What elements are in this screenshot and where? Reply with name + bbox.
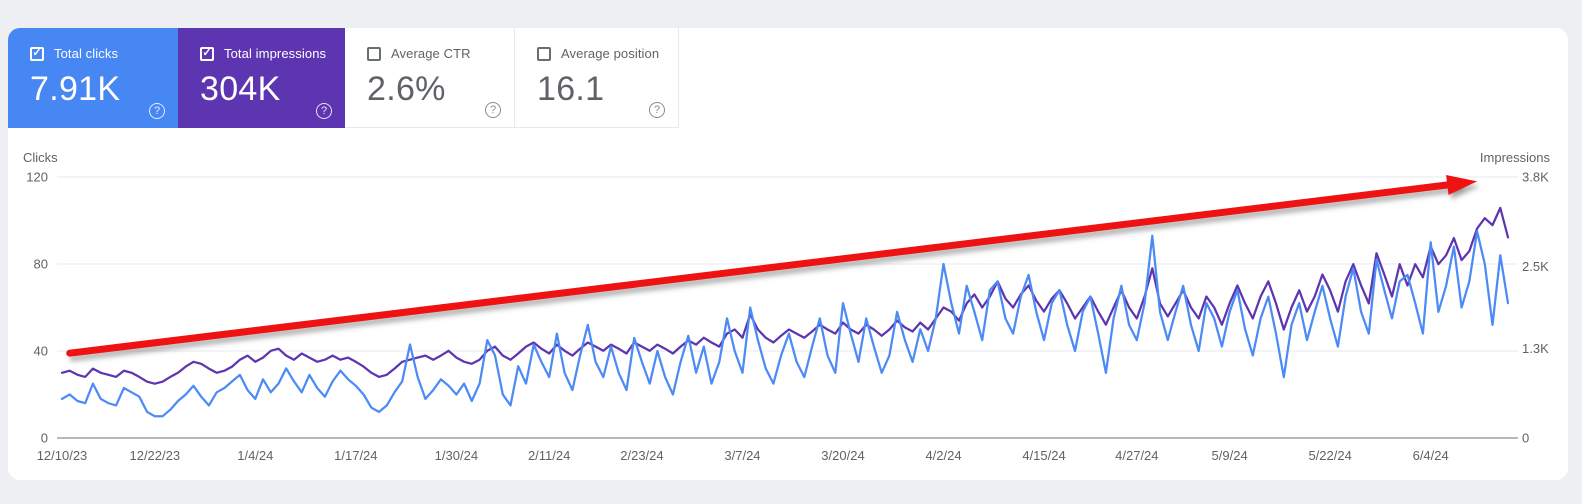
metric-cards: ✓ Total clicks 7.91K ? ✓ Total impressio… bbox=[8, 28, 679, 128]
card-header: Average position bbox=[537, 46, 662, 61]
checkbox-average-ctr[interactable] bbox=[367, 46, 381, 61]
left-axis-title: Clicks bbox=[23, 150, 58, 165]
card-value: 7.91K bbox=[30, 70, 121, 108]
left-axis-tick: 120 bbox=[26, 170, 48, 185]
chart-hover-area[interactable] bbox=[57, 158, 1518, 466]
help-icon[interactable]: ? bbox=[149, 103, 165, 119]
card-label: Average CTR bbox=[391, 46, 471, 61]
card-label: Total clicks bbox=[54, 46, 119, 61]
right-axis-tick: 1.3K bbox=[1522, 341, 1549, 356]
right-axis-tick: 0 bbox=[1522, 431, 1529, 446]
card-average-position[interactable]: Average position 16.1 ? bbox=[515, 28, 679, 128]
card-value: 304K bbox=[200, 70, 281, 108]
card-header: Average CTR bbox=[367, 46, 498, 61]
checkbox-total-impressions[interactable]: ✓ bbox=[200, 46, 214, 61]
right-axis-tick: 2.5K bbox=[1522, 259, 1549, 274]
card-average-ctr[interactable]: Average CTR 2.6% ? bbox=[345, 28, 515, 128]
card-header: ✓ Total clicks bbox=[30, 46, 162, 61]
card-value: 16.1 bbox=[537, 70, 605, 108]
card-label: Average position bbox=[561, 46, 660, 61]
left-axis-tick: 0 bbox=[41, 431, 48, 446]
help-icon[interactable]: ? bbox=[316, 103, 332, 119]
checkbox-total-clicks[interactable]: ✓ bbox=[30, 46, 44, 61]
help-icon[interactable]: ? bbox=[649, 102, 665, 118]
card-label: Total impressions bbox=[224, 46, 327, 61]
left-axis-tick: 40 bbox=[34, 344, 48, 359]
help-icon[interactable]: ? bbox=[485, 102, 501, 118]
card-total-impressions[interactable]: ✓ Total impressions 304K ? bbox=[178, 28, 345, 128]
left-axis-tick: 80 bbox=[34, 257, 48, 272]
checkbox-average-position[interactable] bbox=[537, 46, 551, 61]
card-value: 2.6% bbox=[367, 70, 446, 108]
search-performance-panel: ✓ Total clicks 7.91K ? ✓ Total impressio… bbox=[8, 28, 1568, 480]
right-axis-tick: 3.8K bbox=[1522, 170, 1549, 185]
card-header: ✓ Total impressions bbox=[200, 46, 329, 61]
card-total-clicks[interactable]: ✓ Total clicks 7.91K ? bbox=[8, 28, 178, 128]
